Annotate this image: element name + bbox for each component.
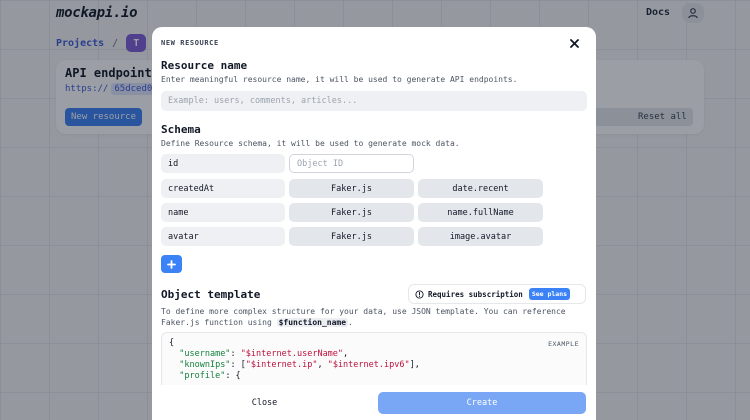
- code-brace: {: [169, 338, 175, 348]
- resource-name-heading: Resource name: [161, 59, 248, 72]
- field-name-input[interactable]: name: [161, 203, 285, 222]
- field-type-select[interactable]: Faker.js: [289, 203, 414, 222]
- function-name-code: $function_name: [276, 318, 349, 327]
- new-resource-modal: NEW RESOURCE Resource name Enter meaning…: [152, 27, 596, 420]
- code-key: "username": [179, 349, 231, 359]
- template-code: { "username": "$internet.userName", "kno…: [169, 338, 420, 381]
- field-name-input[interactable]: avatar: [161, 227, 285, 246]
- field-type-select[interactable]: Faker.js: [289, 179, 414, 198]
- field-method-select[interactable]: name.fullName: [418, 203, 543, 222]
- create-button[interactable]: Create: [378, 392, 586, 414]
- see-plans-button[interactable]: See plans: [528, 288, 571, 300]
- modal-footer: Close Create: [152, 385, 596, 420]
- code-key: "profile": [179, 371, 226, 381]
- field-method-select[interactable]: image.avatar: [418, 227, 543, 246]
- resource-name-input[interactable]: [161, 91, 587, 111]
- schema-heading: Schema: [161, 123, 201, 136]
- object-template-description: To define more complex structure for you…: [161, 306, 591, 328]
- plus-icon: [167, 259, 176, 269]
- info-icon: [415, 289, 424, 299]
- template-description-line1: To define more complex structure for you…: [161, 307, 566, 316]
- template-code-editor[interactable]: EXAMPLE { "username": "$internet.userNam…: [161, 332, 587, 392]
- field-name-input[interactable]: createdAt: [161, 179, 285, 198]
- code-value: "$internet.userName": [240, 349, 344, 359]
- field-name-input[interactable]: id: [161, 154, 285, 173]
- field-method-select[interactable]: date.recent: [418, 179, 543, 198]
- requires-subscription-badge: Requires subscription See plans: [408, 284, 586, 304]
- resource-name-description: Enter meaningful resource name, it will …: [161, 75, 518, 84]
- code-value: "$internet.ip": [245, 360, 318, 370]
- requires-subscription-label: Requires subscription: [428, 289, 523, 299]
- modal-title: NEW RESOURCE: [161, 39, 219, 47]
- field-type-select[interactable]: Faker.js: [289, 227, 414, 246]
- code-key: "knownIps": [179, 360, 231, 370]
- code-value: "$internet.ipv6": [327, 360, 410, 370]
- example-label: EXAMPLE: [548, 340, 579, 348]
- schema-description: Define Resource schema, it will be used …: [161, 139, 460, 148]
- object-template-heading: Object template: [161, 288, 261, 301]
- add-field-button[interactable]: [161, 255, 182, 273]
- template-description-line2: Faker.js function using: [161, 318, 272, 327]
- close-button[interactable]: [566, 35, 582, 51]
- field-type-input[interactable]: Object ID: [289, 154, 414, 173]
- template-description-end: .: [348, 318, 353, 327]
- close-footer-button[interactable]: Close: [161, 392, 368, 414]
- close-icon: [569, 38, 579, 48]
